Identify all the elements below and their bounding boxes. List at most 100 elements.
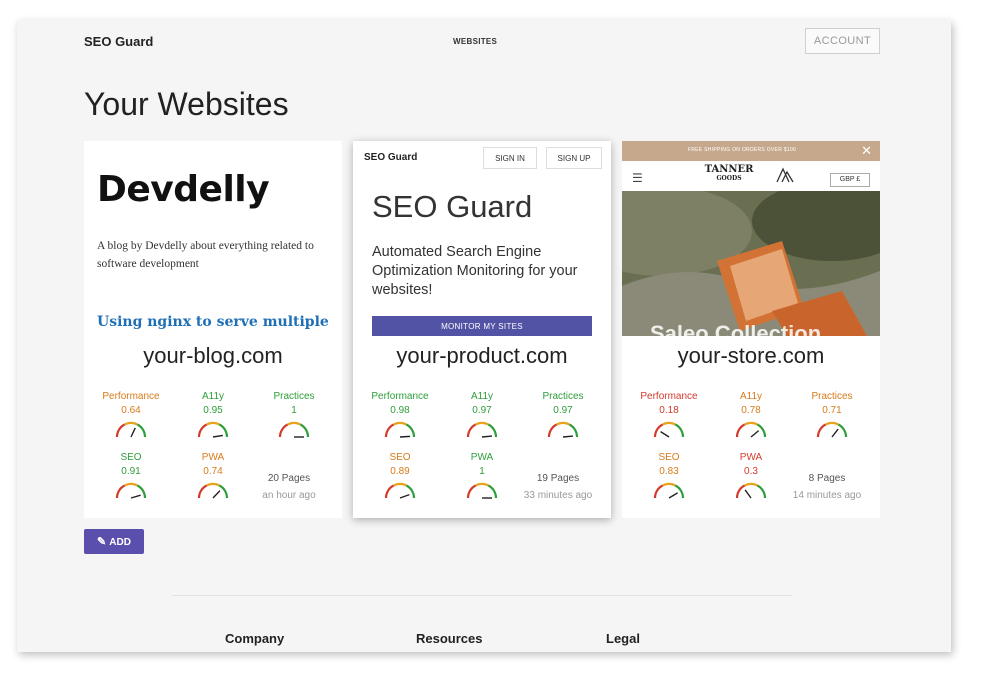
- metric-label: Performance: [102, 391, 160, 402]
- site-preview[interactable]: SEO Guard SIGN IN SIGN UP SEO Guard Auto…: [353, 141, 611, 336]
- photo-caption: Saleo Collection: [650, 321, 822, 336]
- footer-resources[interactable]: Resources: [416, 631, 482, 646]
- blog-post-title: Using nginx to serve multiple: [97, 314, 329, 330]
- metric-performance: Performance 0.18: [634, 391, 704, 440]
- metric-value: 0.64: [121, 405, 141, 416]
- currency-select: GBP £: [830, 173, 870, 187]
- browser-frame: SEO Guard WEBSITES ACCOUNT Your Websites…: [17, 20, 951, 652]
- metric-value: 0.97: [472, 405, 492, 416]
- metric-value: 0.78: [741, 405, 761, 416]
- metric-pwa: PWA 0.3: [716, 452, 786, 501]
- score-gauge-icon: [547, 421, 579, 438]
- score-gauge-icon: [115, 482, 147, 499]
- metric-practices: Practices 0.97: [528, 391, 598, 440]
- metric-value: 0.71: [822, 405, 842, 416]
- site-domain: your-product.com: [396, 343, 568, 368]
- metric-value: 0.83: [659, 466, 679, 477]
- score-gauge-icon: [653, 482, 685, 499]
- metric-a11y: A11y 0.97: [447, 391, 517, 440]
- metric-label: A11y: [201, 391, 225, 402]
- metric-label: SEO: [389, 452, 411, 463]
- metric-pwa: PWA 1: [447, 452, 517, 501]
- metric-seo: SEO 0.91: [96, 452, 166, 501]
- last-updated: 14 minutes ago: [792, 490, 862, 501]
- metric-value: 0.3: [744, 466, 758, 477]
- last-updated: 33 minutes ago: [523, 490, 593, 501]
- score-gauge-icon: [197, 421, 229, 438]
- score-gauge-icon: [384, 421, 416, 438]
- score-gauge-icon: [466, 421, 498, 438]
- preview-hero-title: SEO Guard: [372, 189, 533, 224]
- add-button-label: ADD: [109, 537, 131, 548]
- metric-label: PWA: [201, 452, 225, 463]
- metric-performance: Performance 0.98: [365, 391, 435, 440]
- metric-performance: Performance 0.64: [96, 391, 166, 440]
- nav-websites-link[interactable]: WEBSITES: [453, 37, 497, 46]
- metric-a11y: A11y 0.78: [716, 391, 786, 440]
- metric-seo: SEO 0.83: [634, 452, 704, 501]
- store-banner-text: FREE SHIPPING ON ORDERS OVER $100: [687, 147, 797, 153]
- product-photo-graphic: [622, 191, 880, 336]
- pencil-icon: ✎: [97, 536, 107, 548]
- preview-sign-up-button: SIGN UP: [546, 147, 602, 169]
- store-banner: FREE SHIPPING ON ORDERS OVER $100 ✕: [622, 141, 880, 161]
- mountain-logo-icon: [776, 167, 794, 183]
- website-card-product[interactable]: SEO Guard SIGN IN SIGN UP SEO Guard Auto…: [353, 141, 611, 518]
- metric-label: SEO: [658, 452, 680, 463]
- preview-cta-button: MONITOR MY SITES: [372, 316, 592, 336]
- blog-title: Devdelly: [97, 169, 270, 210]
- top-navbar: SEO Guard WEBSITES ACCOUNT: [17, 20, 951, 64]
- metric-a11y: A11y 0.95: [178, 391, 248, 440]
- close-icon: ✕: [861, 143, 872, 158]
- metric-label: PWA: [739, 452, 763, 463]
- metric-label: PWA: [470, 452, 494, 463]
- metric-label: A11y: [470, 391, 494, 402]
- metric-label: SEO: [120, 452, 142, 463]
- metric-value: 0.89: [390, 466, 410, 477]
- score-gauge-icon: [653, 421, 685, 438]
- page-title: Your Websites: [84, 86, 289, 122]
- score-gauge-icon: [115, 421, 147, 438]
- site-domain: your-blog.com: [143, 343, 283, 368]
- store-hero-photo: Saleo Collection: [622, 191, 880, 336]
- score-gauge-icon: [384, 482, 416, 499]
- metric-label: Performance: [640, 391, 698, 402]
- page-count: 20 Pages: [267, 473, 311, 484]
- metric-value: 1: [479, 466, 485, 477]
- brand-logo[interactable]: SEO Guard: [84, 34, 153, 49]
- score-gauge-icon: [278, 421, 310, 438]
- last-updated: an hour ago: [262, 490, 316, 501]
- metric-label: A11y: [739, 391, 763, 402]
- page-count: 19 Pages: [536, 473, 580, 484]
- hamburger-menu-icon: ☰: [632, 171, 643, 185]
- preview-subtitle: Automated Search Engine Optimization Mon…: [372, 244, 578, 298]
- metric-label: Practices: [811, 391, 853, 402]
- metric-label: Practices: [542, 391, 584, 402]
- metric-label: Performance: [371, 391, 429, 402]
- footer-company[interactable]: Company: [225, 631, 284, 646]
- store-logo-sub: GOODS: [716, 175, 742, 182]
- metric-value: 0.91: [121, 466, 141, 477]
- metric-value: 0.97: [553, 405, 573, 416]
- footer-legal[interactable]: Legal: [606, 631, 640, 646]
- score-gauge-icon: [197, 482, 229, 499]
- footer-divider: [172, 595, 792, 596]
- website-card-store[interactable]: FREE SHIPPING ON ORDERS OVER $100 ✕ ☰ TA…: [622, 141, 880, 518]
- metric-value: 0.18: [659, 405, 679, 416]
- preview-sign-in-button: SIGN IN: [483, 147, 537, 169]
- account-button[interactable]: ACCOUNT: [805, 28, 880, 54]
- score-gauge-icon: [466, 482, 498, 499]
- score-gauge-icon: [735, 482, 767, 499]
- site-preview[interactable]: Devdelly A blog by Devdelly about everyt…: [84, 141, 342, 336]
- page-count: 8 Pages: [808, 473, 846, 484]
- website-card-blog[interactable]: Devdelly A blog by Devdelly about everyt…: [84, 141, 342, 518]
- metric-value: 0.98: [390, 405, 410, 416]
- score-gauge-icon: [816, 421, 848, 438]
- metric-seo: SEO 0.89: [365, 452, 435, 501]
- add-website-button[interactable]: ✎ ADD: [84, 529, 144, 554]
- metric-value: 1: [291, 405, 297, 416]
- metric-practices: Practices 0.71: [797, 391, 867, 440]
- metric-label: Practices: [273, 391, 315, 402]
- metric-pwa: PWA 0.74: [178, 452, 248, 501]
- site-preview[interactable]: FREE SHIPPING ON ORDERS OVER $100 ✕ ☰ TA…: [622, 141, 880, 336]
